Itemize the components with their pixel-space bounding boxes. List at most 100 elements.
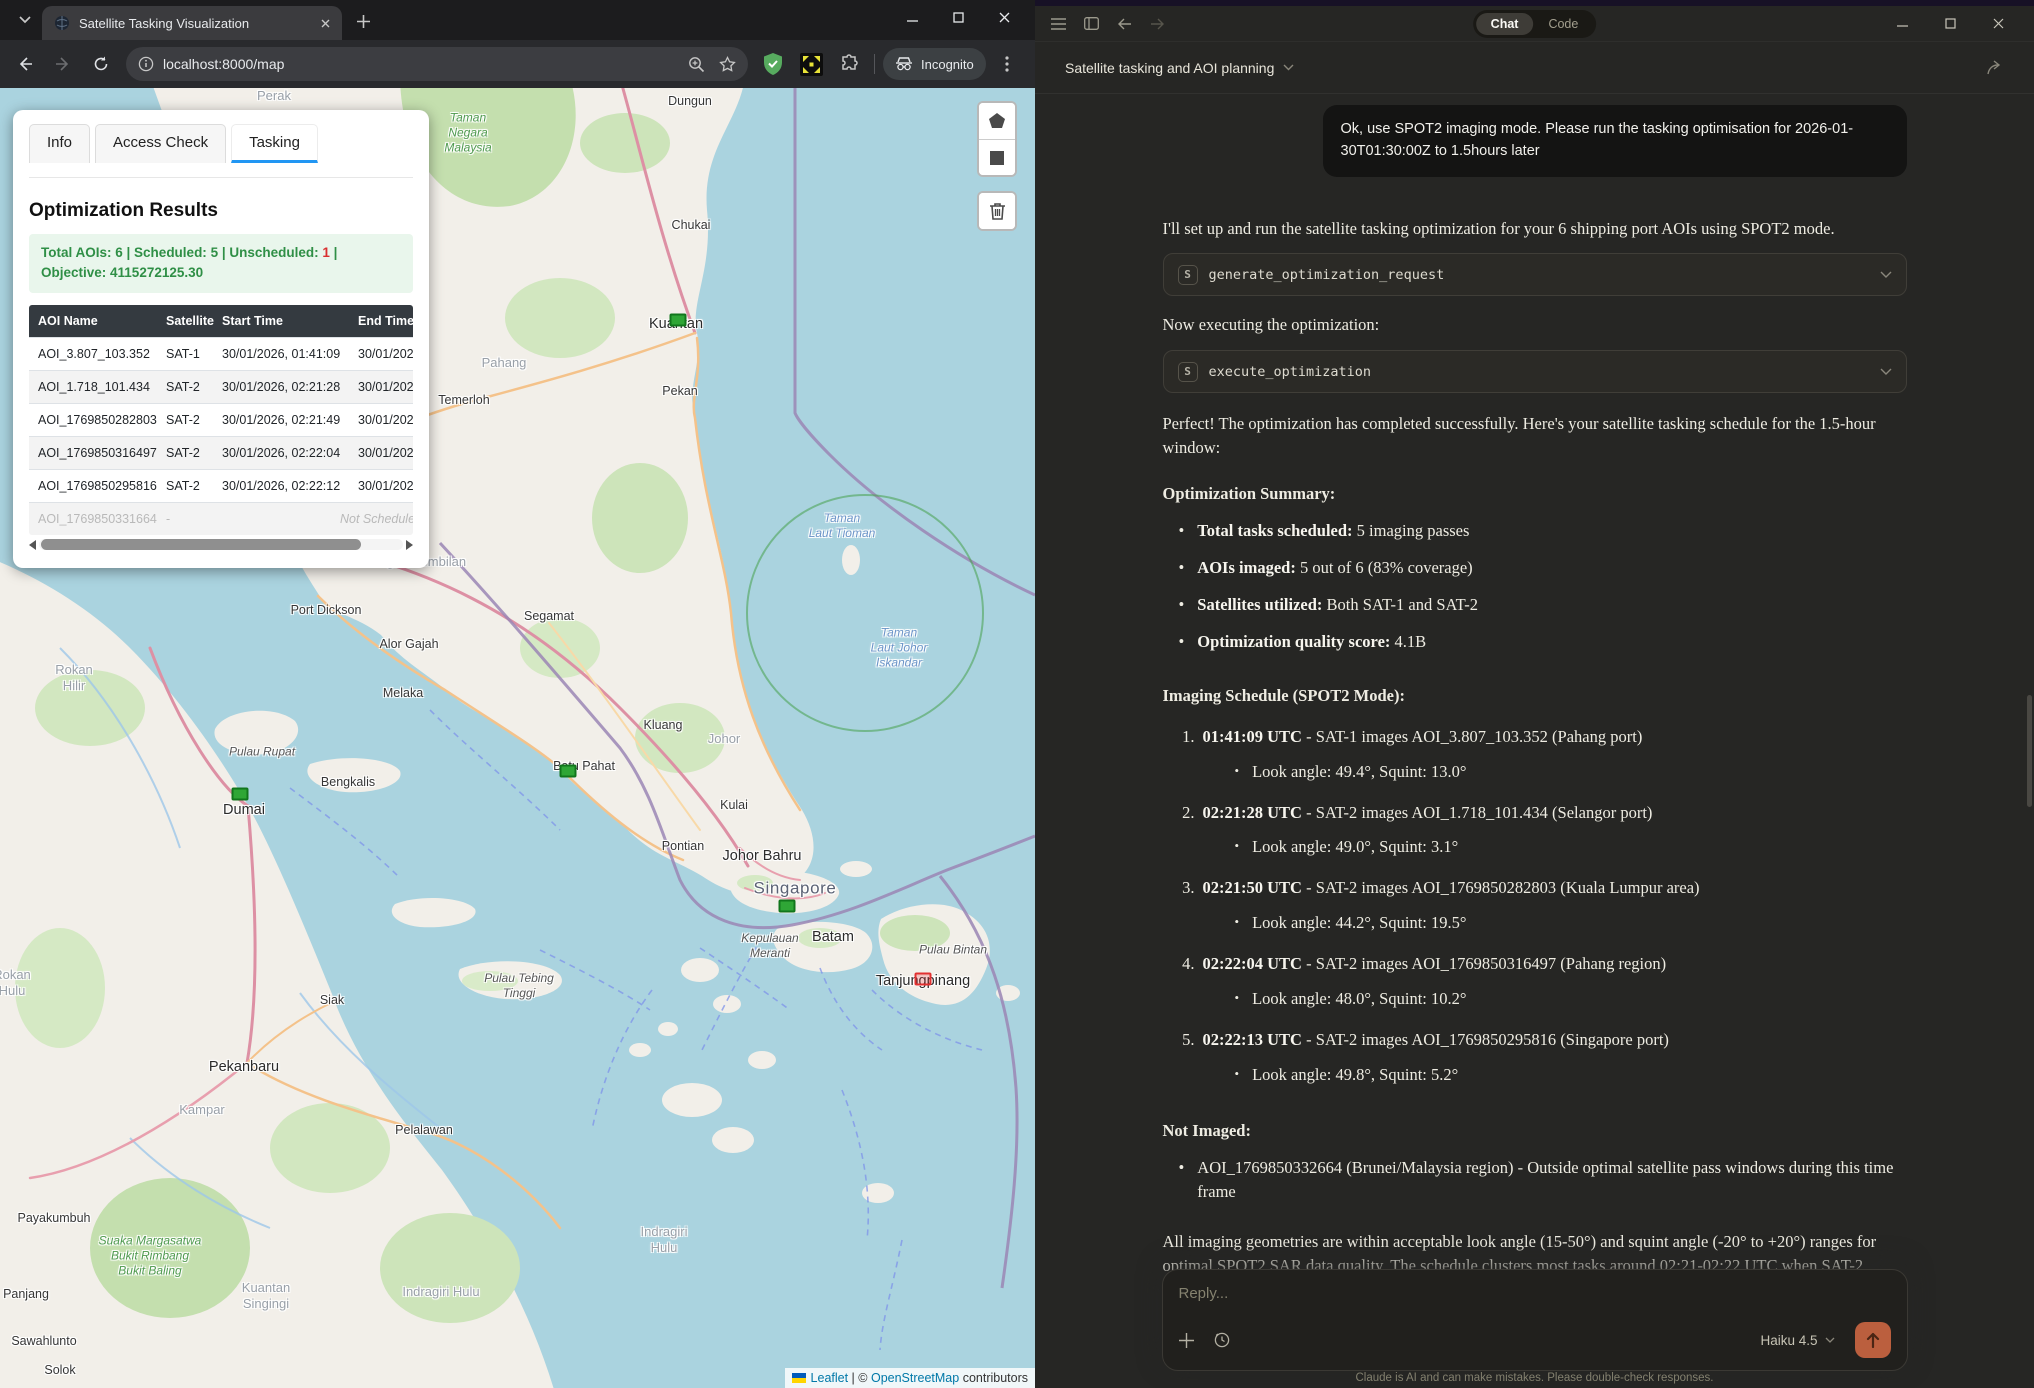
site-info-icon[interactable] [138, 56, 154, 72]
table-row[interactable]: AOI_1769850295816SAT-230/01/2026, 02:22:… [29, 469, 413, 502]
summary-list: Total tasks scheduled: 5 imaging passes A… [1163, 519, 1907, 654]
schedule-detail: Look angle: 49.8°, Squint: 5.2° [1235, 1063, 1907, 1087]
model-chevron-down-icon [1825, 1337, 1835, 1343]
tool-call-chip[interactable]: S execute_optimization [1163, 350, 1907, 393]
zoom-page-icon[interactable] [688, 56, 705, 73]
tab-close-icon[interactable] [316, 14, 334, 32]
url-bar[interactable]: localhost:8000/map [126, 47, 748, 81]
schedule-heading: Imaging Schedule (SPOT2 Mode): [1163, 684, 1907, 708]
scroll-left-icon[interactable] [29, 540, 36, 550]
draw-rectangle-button[interactable] [979, 139, 1015, 175]
tab-chat[interactable]: Chat [1476, 13, 1534, 35]
map-label: Rokan Hulu [0, 967, 31, 1000]
url-text[interactable]: localhost:8000/map [163, 56, 284, 72]
send-button[interactable] [1855, 1322, 1891, 1358]
close-button[interactable] [981, 0, 1027, 34]
assistant-paragraph: Now executing the optimization: [1163, 313, 1907, 337]
model-selector[interactable]: Haiku 4.5 [1760, 1333, 1834, 1348]
scrollbar-thumb[interactable] [41, 539, 361, 550]
new-tab-button[interactable] [348, 6, 378, 36]
bullet-label: Optimization quality score: [1197, 632, 1390, 651]
aoi-marker-red[interactable] [915, 973, 932, 986]
reply-input[interactable]: Reply... [1179, 1285, 1891, 1302]
panel-tab-tasking[interactable]: Tasking [231, 124, 318, 163]
table-hscrollbar[interactable] [29, 538, 413, 552]
map-label: Pontian [662, 839, 704, 855]
chat-close-button[interactable] [1978, 10, 2018, 38]
incognito-badge: Incognito [883, 48, 986, 80]
leaflet-link[interactable]: Leaflet [811, 1371, 849, 1385]
map-label: Port Dickson [291, 603, 362, 619]
draw-polygon-button[interactable] [979, 103, 1015, 139]
tab-code[interactable]: Code [1533, 13, 1593, 35]
assistant-paragraph: I'll set up and run the satellite taskin… [1163, 217, 1907, 241]
title-chevron-down-icon[interactable] [1283, 64, 1294, 71]
leaflet-map[interactable]: , [0, 88, 1035, 1388]
chip-chevron-down-icon[interactable] [1880, 368, 1892, 375]
panel-tab-access-check[interactable]: Access Check [95, 124, 226, 163]
chat-scrollbar-thumb[interactable] [2027, 695, 2032, 807]
bookmark-star-icon[interactable] [719, 56, 736, 73]
panel-tab-info[interactable]: Info [29, 124, 90, 163]
summary-bullet: AOIs imaged: 5 out of 6 (83% coverage) [1179, 556, 1907, 580]
map-label: Perak [257, 88, 291, 104]
attach-plus-icon[interactable] [1179, 1333, 1194, 1348]
sidebar-toggle-icon[interactable] [1084, 17, 1099, 30]
not-imaged-item: AOI_1769850332664 (Brunei/Malaysia regio… [1179, 1156, 1907, 1204]
optimization-summary-alert: Total AOIs: 6 | Scheduled: 5 | Unschedul… [29, 234, 413, 293]
chat-maximize-button[interactable] [1930, 10, 1970, 38]
scrollbar-track[interactable] [39, 539, 403, 550]
arrows-extension-icon[interactable] [800, 53, 823, 76]
cell-aoi-name: AOI_1769850282803 [29, 403, 157, 436]
osm-link[interactable]: OpenStreetMap [871, 1371, 959, 1385]
table-row[interactable]: AOI_1769850316497SAT-230/01/2026, 02:22:… [29, 436, 413, 469]
conversation-title[interactable]: Satellite tasking and AOI planning [1065, 60, 1274, 76]
schedule-text: 02:21:50 UTC - SAT-2 images AOI_17698502… [1203, 876, 1700, 900]
nav-forward-icon[interactable] [1150, 18, 1165, 30]
table-row[interactable]: AOI_3.807_103.352SAT-130/01/2026, 01:41:… [29, 337, 413, 370]
table-row[interactable]: AOI_1.718_101.434SAT-230/01/2026, 02:21:… [29, 370, 413, 403]
browser-tab[interactable]: Satellite Tasking Visualization [42, 6, 342, 40]
map-label: Solok [44, 1363, 75, 1379]
maximize-button[interactable] [935, 0, 981, 34]
schedule-time: 02:21:28 UTC [1203, 803, 1302, 822]
tab-search-button[interactable] [8, 3, 42, 37]
minimize-button[interactable] [889, 0, 935, 34]
aoi-marker-green[interactable] [232, 788, 249, 801]
chip-chevron-down-icon[interactable] [1880, 271, 1892, 278]
schedule-item: 5.02:22:13 UTC - SAT-2 images AOI_176985… [1171, 1028, 1907, 1052]
summary-value: 1 [322, 245, 330, 260]
map-label: Singapore [754, 877, 837, 898]
delete-layers-button[interactable] [979, 193, 1015, 229]
aoi-marker-green[interactable] [560, 765, 577, 778]
draw-delete-toolbar [977, 191, 1017, 231]
browser-menu-button[interactable] [990, 47, 1024, 81]
summary-bullet: Optimization quality score: 4.1B [1179, 630, 1907, 654]
chat-minimize-button[interactable] [1882, 10, 1922, 38]
nav-back-icon[interactable] [1117, 18, 1132, 30]
tool-call-chip[interactable]: S generate_optimization_request [1163, 253, 1907, 296]
panel-heading: Optimization Results [29, 200, 413, 222]
summary-label: Objective: [41, 265, 110, 280]
aoi-marker-green[interactable] [670, 314, 687, 327]
reload-button[interactable] [84, 47, 118, 81]
chat-scroll-area[interactable]: Ok, use SPOT2 imaging mode. Please run t… [1035, 95, 2034, 1388]
shield-extension-icon[interactable] [762, 52, 784, 76]
bullet-label: Satellites utilized: [1197, 595, 1322, 614]
back-button[interactable] [8, 47, 42, 81]
map-label: Kepulauan Meranti [741, 931, 798, 961]
reply-composer[interactable]: Reply... Haiku 4.5 [1162, 1269, 1908, 1371]
scroll-right-icon[interactable] [406, 540, 413, 550]
table-row[interactable]: AOI_1769850331664-Not Scheduled [29, 502, 413, 535]
table-row[interactable]: AOI_1769850282803SAT-230/01/2026, 02:21:… [29, 403, 413, 436]
history-clock-icon[interactable] [1214, 1332, 1230, 1348]
attribution-separator: | © [848, 1371, 871, 1385]
send-arrow-icon [1866, 1332, 1880, 1348]
schedule-item: 2.02:21:28 UTC - SAT-2 images AOI_1.718_… [1171, 801, 1907, 825]
hamburger-menu-icon[interactable] [1051, 18, 1066, 30]
aoi-marker-green[interactable] [779, 900, 796, 913]
share-icon[interactable] [1987, 60, 2004, 75]
summary-bullet: Total tasks scheduled: 5 imaging passes [1179, 519, 1907, 543]
extensions-puzzle-icon[interactable] [839, 54, 860, 75]
forward-button[interactable] [46, 47, 80, 81]
